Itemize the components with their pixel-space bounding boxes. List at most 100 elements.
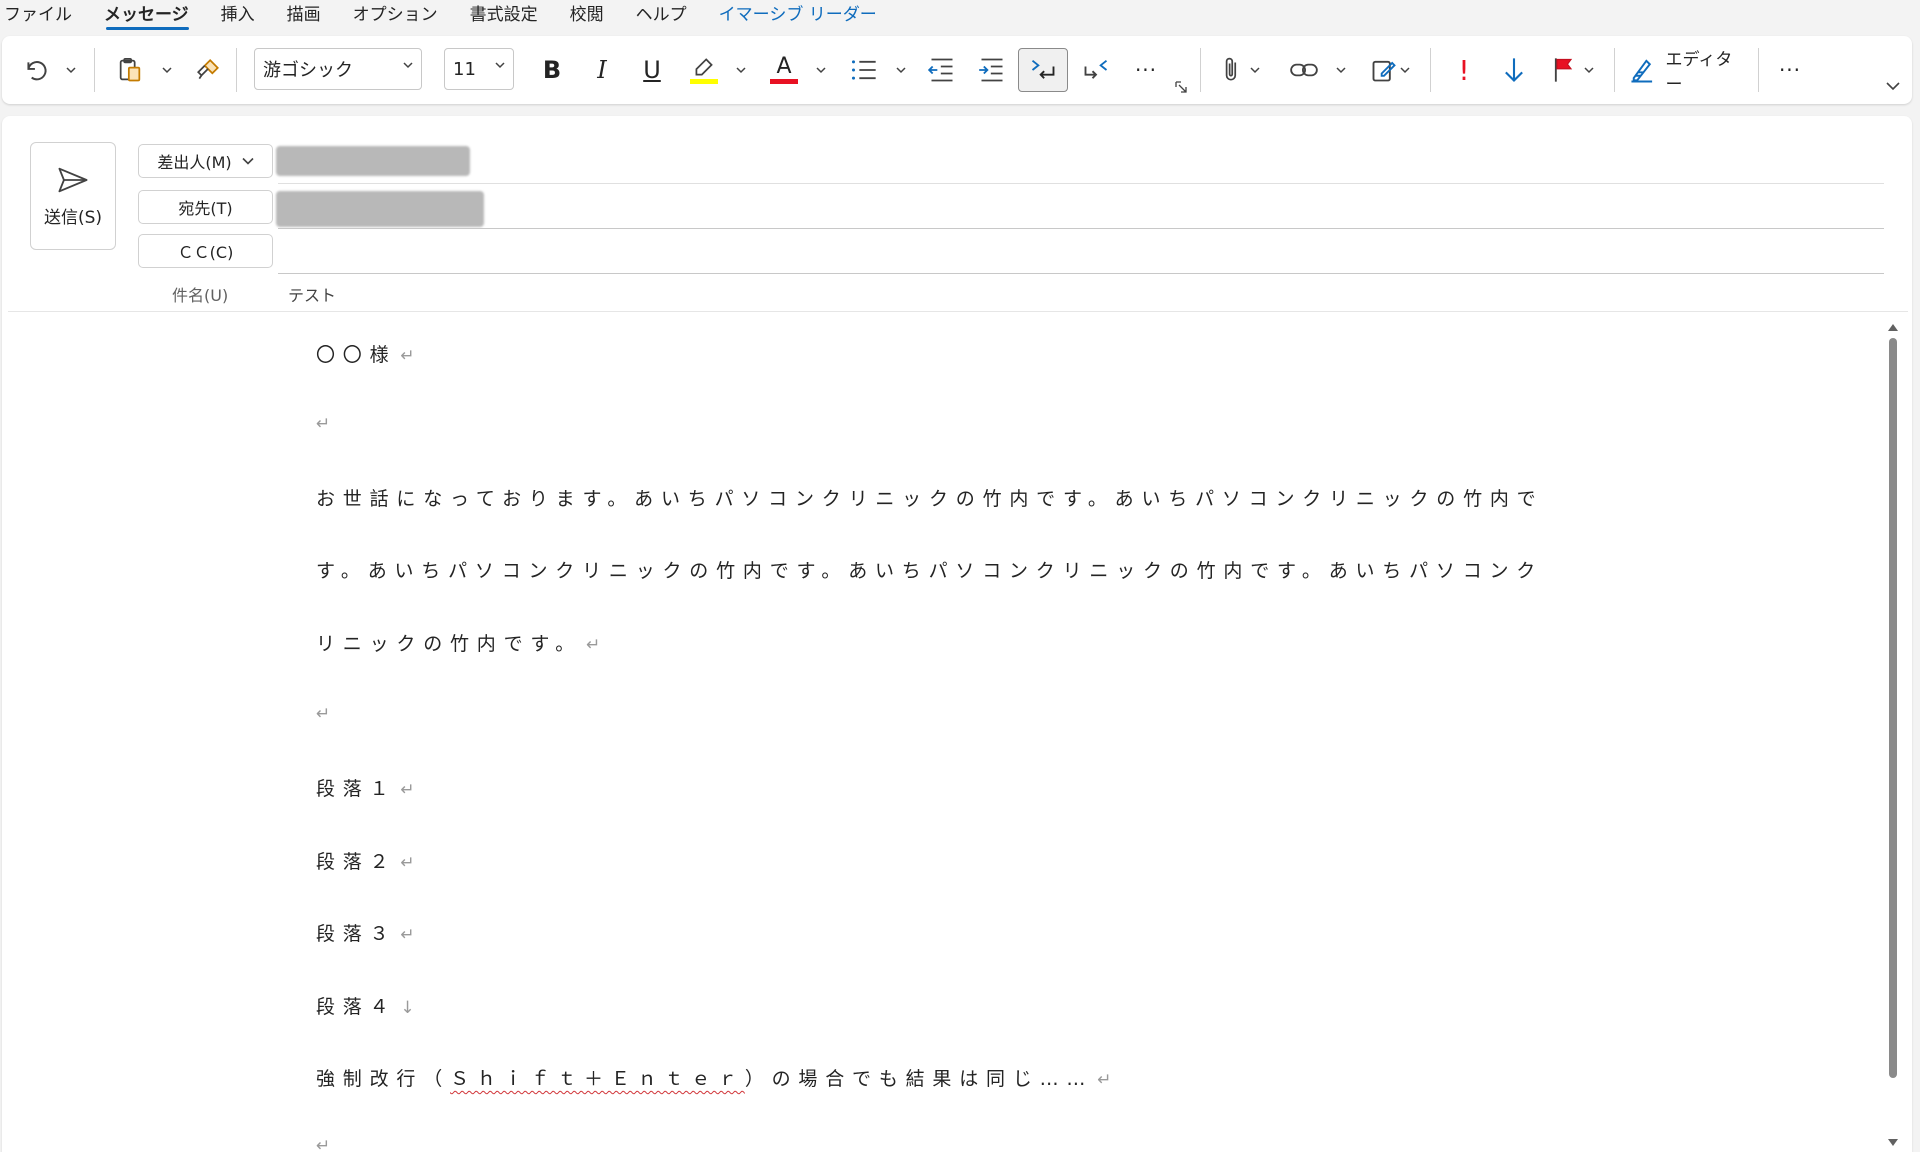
from-button[interactable]: 差出人(M) — [138, 144, 273, 178]
body-line: ↵ — [316, 702, 330, 724]
link-dropdown[interactable] — [1334, 60, 1348, 80]
right-to-left-button[interactable] — [1076, 48, 1116, 92]
attach-file-button[interactable] — [1212, 48, 1252, 92]
ribbon-separator — [1200, 48, 1201, 92]
chevron-down-icon — [242, 157, 254, 165]
tab-insert[interactable]: 挿入 — [217, 0, 255, 32]
body-line: 段落４ ↓ — [316, 996, 415, 1018]
line-break-mark: ↓ — [400, 998, 415, 1018]
follow-up-flag-button[interactable] — [1544, 48, 1584, 92]
body-line: リニックの竹内です。 ↵ — [316, 633, 601, 655]
cc-field-underline — [278, 273, 1884, 274]
chevron-down-icon — [66, 67, 76, 74]
dialog-launcher-button[interactable] — [1172, 78, 1190, 96]
ribbon-separator — [1614, 48, 1615, 92]
arrow-down-icon — [1505, 58, 1523, 82]
font-size-select[interactable]: 11 — [444, 48, 514, 90]
increase-indent-button[interactable] — [972, 48, 1012, 92]
ribbon-separator — [236, 48, 237, 92]
chevron-down-icon — [1886, 82, 1900, 91]
highlight-color-bar — [690, 78, 718, 84]
subject-input[interactable]: テスト — [288, 282, 336, 306]
font-color-button[interactable]: A — [764, 48, 804, 92]
underline-button[interactable]: U — [632, 48, 672, 92]
chevron-down-icon — [896, 67, 906, 74]
vertical-scrollbar[interactable] — [1886, 320, 1900, 1152]
paperclip-icon — [1225, 57, 1237, 81]
decrease-indent-button[interactable] — [922, 48, 962, 92]
highlighter-icon — [695, 57, 713, 75]
paste-dropdown[interactable] — [160, 60, 174, 80]
chevron-down-icon — [495, 62, 505, 69]
format-painter-button[interactable] — [188, 48, 228, 92]
ribbon-separator — [1430, 48, 1431, 92]
high-importance-button[interactable]: ! — [1444, 48, 1484, 92]
scrollbar-thumb[interactable] — [1889, 338, 1897, 1078]
send-button[interactable]: 送信(S) — [30, 142, 116, 250]
tab-options[interactable]: オプション — [349, 0, 438, 32]
editor-label: エディター — [1665, 50, 1733, 95]
from-address-redacted — [276, 146, 470, 176]
from-label: 差出人(M) — [157, 153, 232, 172]
chevron-down-icon — [1336, 67, 1346, 74]
undo-dropdown[interactable] — [64, 60, 78, 80]
scroll-up-arrow-icon[interactable] — [1887, 322, 1899, 332]
tab-review[interactable]: 校閲 — [566, 0, 604, 32]
tab-help[interactable]: ヘルプ — [632, 0, 687, 32]
menu-bar: ファイル メッセージ 挿入 描画 オプション 書式設定 校閲 ヘルプ イマーシブ… — [0, 0, 1920, 32]
font-color-dropdown[interactable] — [814, 60, 828, 80]
paste-button[interactable] — [110, 48, 150, 92]
scroll-down-arrow-icon[interactable] — [1887, 1138, 1899, 1148]
body-line: ↵ — [316, 1134, 330, 1152]
body-line: 段落３ ↵ — [316, 923, 415, 945]
paragraph-mark: ↵ — [316, 414, 331, 434]
subject-label: 件名(U) — [172, 286, 229, 305]
bullets-button[interactable] — [844, 48, 884, 92]
misspelled-word: Ｓｈｉｆｔ＋Ｅｎｔｅｒ — [450, 1068, 745, 1090]
body-line: 段落１ ↵ — [316, 778, 415, 800]
signature-dropdown[interactable] — [1398, 60, 1412, 80]
highlight-button[interactable] — [684, 48, 724, 92]
bold-button[interactable]: B — [532, 48, 572, 92]
body-line: お世話になっております。あいちパソコンクリニックの竹内です。あいちパソコンクリニ… — [316, 488, 1544, 510]
compose-pane: 送信(S) 差出人(M) 宛先(T) ＣＣ(C) 件名(U) テスト 〇〇様 ↵ … — [2, 116, 1912, 1152]
increase-indent-icon — [979, 58, 1003, 82]
tab-draw[interactable]: 描画 — [283, 0, 321, 32]
right-to-left-icon — [1084, 59, 1108, 79]
format-painter-icon — [197, 59, 219, 80]
italic-button[interactable]: I — [582, 48, 622, 92]
font-size-value: 11 — [453, 58, 476, 80]
left-to-right-icon — [1031, 59, 1055, 79]
tab-file[interactable]: ファイル — [0, 0, 72, 32]
bullets-dropdown[interactable] — [894, 60, 908, 80]
tab-format[interactable]: 書式設定 — [466, 0, 538, 32]
chevron-down-icon — [1584, 67, 1594, 74]
left-to-right-button[interactable] — [1018, 48, 1068, 92]
ribbon-expand-button[interactable] — [1886, 76, 1900, 96]
chevron-down-icon — [1400, 67, 1410, 74]
to-button[interactable]: 宛先(T) — [138, 190, 273, 224]
attach-dropdown[interactable] — [1248, 60, 1262, 80]
ribbon-toolbar: 游ゴシック 11 B I U A ··· ! エディター ··· — [2, 36, 1912, 104]
font-name-select[interactable]: 游ゴシック — [254, 48, 422, 90]
editor-button[interactable]: エディター — [1628, 48, 1748, 95]
to-label: 宛先(T) — [178, 199, 233, 218]
cc-button[interactable]: ＣＣ(C) — [138, 234, 273, 268]
dialog-launcher-icon — [1175, 81, 1187, 93]
link-icon — [1290, 63, 1318, 77]
undo-button[interactable] — [16, 48, 56, 92]
chevron-down-icon — [403, 62, 413, 69]
link-button[interactable] — [1282, 48, 1326, 92]
flag-dropdown[interactable] — [1582, 60, 1596, 80]
tab-immersive-reader[interactable]: イマーシブ リーダー — [715, 0, 877, 32]
low-importance-button[interactable] — [1494, 48, 1534, 92]
more-format-button[interactable]: ··· — [1126, 48, 1166, 92]
header-body-divider — [8, 311, 1908, 312]
editor-pen-icon — [1631, 59, 1653, 83]
signature-icon — [1372, 60, 1396, 82]
body-line: す。あいちパソコンクリニックの竹内です。あいちパソコンクリニックの竹内です。あい… — [316, 560, 1544, 582]
tab-message[interactable]: メッセージ — [100, 0, 189, 32]
paragraph-mark: ↵ — [400, 346, 415, 366]
more-options-button[interactable]: ··· — [1770, 48, 1810, 92]
highlight-dropdown[interactable] — [734, 60, 748, 80]
